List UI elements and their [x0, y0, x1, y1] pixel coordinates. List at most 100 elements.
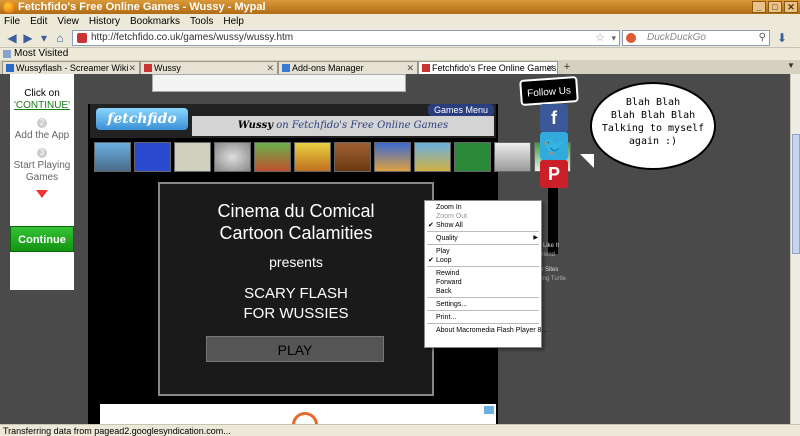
menu-file[interactable]: File [4, 16, 20, 27]
flash-subtitle: SCARY FLASH FOR WUSSIES [160, 284, 432, 324]
menu-bookmarks[interactable]: Bookmarks [130, 16, 180, 27]
menu-loop[interactable]: ✔ Loop [425, 256, 541, 265]
menu-zoom-in[interactable]: Zoom In [425, 203, 541, 212]
menu-zoom-out: Zoom Out [436, 213, 468, 220]
close-tab-icon[interactable]: ✕ [406, 62, 414, 74]
menu-edit[interactable]: Edit [30, 16, 47, 27]
dropdown-arrow-icon[interactable]: ▾ [36, 30, 52, 46]
flash-line3: SCARY FLASH [244, 285, 348, 302]
tab-wussy[interactable]: Wussy ✕ [140, 61, 278, 74]
back-arrow-icon[interactable]: ◀ [4, 30, 20, 46]
game-thumbnail[interactable] [214, 142, 251, 172]
bubble-line1: Blah Blah [625, 97, 681, 108]
url-text: http://fetchfido.co.uk/games/wussy/wussy… [91, 32, 294, 43]
close-icon[interactable]: ✕ [784, 1, 798, 13]
submenu-arrow-icon: ▶ [533, 235, 538, 241]
game-thumbnail[interactable] [254, 142, 291, 172]
download-icon[interactable]: ⬇ [774, 30, 790, 46]
site-title: Wussy on Fetchfido's Free Online Games [192, 116, 494, 136]
search-icon[interactable]: ⚲ [759, 31, 766, 45]
games-menu-button[interactable]: Games Menu [428, 104, 494, 116]
site-title-game: Wussy [237, 120, 274, 131]
continue-link[interactable]: 'CONTINUE' [14, 100, 70, 111]
bottom-ad[interactable] [100, 404, 496, 424]
sidebar-link[interactable]: er Sites [538, 266, 566, 275]
continue-button[interactable]: Continue [10, 226, 74, 252]
page-content: Click on 'CONTINUE' 2 Add the App 3 Star… [0, 74, 790, 424]
maximize-icon[interactable]: □ [768, 1, 782, 13]
step3-number: 3 [37, 148, 47, 158]
menu-about-flash[interactable]: About Macromedia Flash Player 8... [425, 326, 547, 335]
tab-label: Wussyflash - Screamer Wiki [16, 63, 129, 73]
status-bar: Transferring data from pagead2.googlesyn… [0, 424, 800, 436]
tab-fetchfido-wussy[interactable]: Fetchfido's Free Online Games - Wussy ✕ [418, 61, 558, 74]
tab-label: Add-ons Manager [292, 63, 364, 73]
ad-logo-icon [292, 412, 318, 424]
tab-addons-manager[interactable]: Add-ons Manager ✕ [278, 61, 418, 74]
menu-tools[interactable]: Tools [190, 16, 213, 27]
close-tab-icon[interactable]: ✕ [128, 62, 136, 74]
menu-settings[interactable]: Settings... [425, 300, 541, 309]
home-icon[interactable]: ⌂ [52, 30, 68, 46]
step2-number: 2 [37, 118, 47, 128]
menu-separator [427, 266, 539, 267]
flash-game[interactable]: Cinema du Comical Cartoon Calamities pre… [158, 182, 434, 396]
sidebar-link[interactable]: Friend [538, 251, 566, 260]
menu-history[interactable]: History [89, 16, 120, 27]
tab-wussyflash-wiki[interactable]: Wussyflash - Screamer Wiki ✕ [2, 61, 140, 74]
duckduckgo-icon[interactable] [626, 33, 636, 43]
bookmarks-bar: Most Visited [0, 48, 800, 60]
url-bar[interactable]: http://fetchfido.co.uk/games/wussy/wussy… [72, 30, 620, 46]
twitter-icon[interactable]: 🐦 [540, 132, 568, 160]
menu-quality[interactable]: Quality ▶ [425, 234, 541, 243]
site-identity-icon[interactable] [77, 33, 87, 43]
sidebar-link[interactable]: u Like It [538, 242, 566, 251]
window-title: Fetchfido's Free Online Games - Wussy - … [18, 1, 266, 13]
play-button[interactable]: PLAY [206, 336, 384, 362]
forward-arrow-icon[interactable]: ▶ [20, 30, 36, 46]
menu-forward[interactable]: Forward [425, 278, 541, 287]
window-controls: _ □ ✕ [752, 1, 798, 13]
game-thumbnail[interactable] [494, 142, 531, 172]
game-thumbnails [94, 142, 571, 172]
vertical-scrollbar[interactable] [790, 74, 800, 424]
minimize-icon[interactable]: _ [752, 1, 766, 13]
game-thumbnail[interactable] [334, 142, 371, 172]
game-thumbnail[interactable] [454, 142, 491, 172]
sidebar-link[interactable]: ping Turtle [538, 275, 566, 284]
url-history-dropdown-icon[interactable]: ▾ [611, 31, 616, 45]
game-thumbnail[interactable] [414, 142, 451, 172]
close-tab-icon[interactable]: ✕ [546, 62, 554, 74]
bookmark-star-icon[interactable]: ☆ [595, 31, 605, 45]
tab-label: Fetchfido's Free Online Games - Wussy [432, 63, 557, 73]
menu-separator [427, 323, 539, 324]
search-input[interactable]: DuckDuckGo ⚲ [622, 30, 770, 46]
pinterest-icon[interactable]: P [540, 160, 568, 188]
bookmark-folder-icon [3, 50, 11, 58]
scrollbar-thumb[interactable] [792, 134, 800, 254]
menu-view[interactable]: View [57, 16, 79, 27]
game-thumbnail[interactable] [174, 142, 211, 172]
game-thumbnail[interactable] [134, 142, 171, 172]
game-thumbnail[interactable] [94, 142, 131, 172]
new-tab-icon[interactable]: + [560, 61, 574, 74]
menu-back[interactable]: Back [425, 287, 541, 296]
list-all-tabs-icon[interactable]: ▼ [785, 61, 797, 73]
menu-print[interactable]: Print... [425, 313, 541, 322]
fetchfido-logo[interactable]: fetchfido [96, 108, 188, 130]
game-thumbnail[interactable] [294, 142, 331, 172]
browser-logo-icon [3, 1, 15, 13]
game-thumbnail[interactable] [374, 142, 411, 172]
menu-show-all[interactable]: ✔ Show All [425, 221, 541, 230]
close-tab-icon[interactable]: ✕ [266, 62, 274, 74]
menu-rewind[interactable]: Rewind [425, 269, 541, 278]
tab-bar: Wussyflash - Screamer Wiki ✕ Wussy ✕ Add… [0, 60, 800, 74]
facebook-icon[interactable]: f [540, 104, 568, 132]
flash-line2: Cartoon Calamities [219, 223, 373, 243]
top-ad-strip [152, 74, 406, 92]
menu-help[interactable]: Help [223, 16, 244, 27]
bookmark-most-visited[interactable]: Most Visited [14, 48, 68, 59]
menu-play[interactable]: Play [425, 247, 541, 256]
bubble-line2: Blah Blah Blah [610, 110, 696, 121]
adchoices-icon[interactable] [484, 406, 494, 414]
